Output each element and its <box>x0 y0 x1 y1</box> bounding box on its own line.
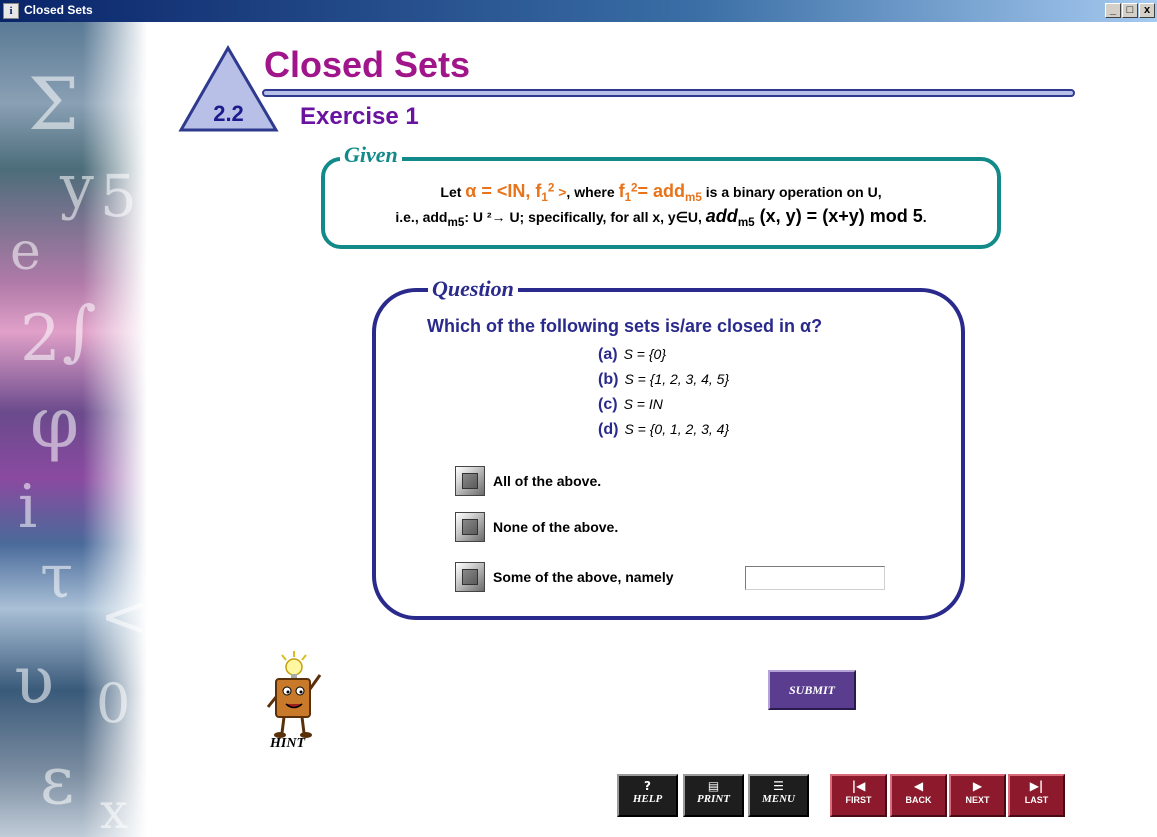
choice-checkbox[interactable] <box>455 512 485 542</box>
set-option: (a) S = {0} <box>598 346 666 363</box>
choice-none[interactable]: None of the above. <box>455 511 618 543</box>
back-button[interactable]: ◀ BACK <box>890 774 947 817</box>
menu-button[interactable]: ☰ MENU <box>748 774 809 817</box>
question-text: Which of the following sets is/are close… <box>427 316 823 336</box>
next-button[interactable]: ▶ NEXT <box>949 774 1006 817</box>
given-line-1: Let α = <IN, f12 >, where f12= addm5 is … <box>440 181 882 204</box>
set-option: (b) S = {1, 2, 3, 4, 5} <box>598 371 730 388</box>
exercise-subtitle: Exercise 1 <box>300 103 419 130</box>
choice-all[interactable]: All of the above. <box>455 465 601 497</box>
close-button[interactable]: x <box>1139 3 1155 18</box>
section-number: 2.2 <box>213 101 244 126</box>
set-options-list: (a) S = {0} (b) S = {1, 2, 3, 4, 5} (c) S =… <box>598 346 729 446</box>
back-arrow-icon: ◀ <box>913 779 924 793</box>
choice-some[interactable]: Some of the above, namely <box>455 561 674 593</box>
set-option: (c) S = IN <box>598 396 663 413</box>
choice-checkbox[interactable] <box>455 562 485 592</box>
choice-label: Some of the above, namely <box>493 569 674 585</box>
page-title: Closed Sets <box>264 44 471 85</box>
menu-icon: ☰ <box>773 779 784 793</box>
given-line-2: i.e., addm5: U ²→ U; specifically, for a… <box>395 206 927 229</box>
maximize-button[interactable]: □ <box>1122 3 1138 18</box>
choice-label: None of the above. <box>493 519 619 535</box>
set-option: (d) S = {0, 1, 2, 3, 4} <box>598 421 730 438</box>
first-page-icon: |◀ <box>851 779 866 793</box>
minimize-button[interactable]: _ <box>1105 3 1121 18</box>
choice-label: All of the above. <box>493 473 602 489</box>
choice-checkbox[interactable] <box>455 466 485 496</box>
print-button[interactable]: ▤ PRINT <box>683 774 744 817</box>
help-icon: ? <box>644 779 651 793</box>
first-button[interactable]: |◀ FIRST <box>830 774 887 817</box>
next-arrow-icon: ▶ <box>972 779 983 793</box>
last-button[interactable]: ▶| LAST <box>1008 774 1065 817</box>
header-underline <box>262 89 1075 97</box>
namely-input[interactable] <box>745 566 885 590</box>
submit-button[interactable]: SUBMIT <box>768 670 856 710</box>
last-page-icon: ▶| <box>1029 779 1044 793</box>
app-icon: i <box>3 3 19 19</box>
window-title: Closed Sets <box>24 3 93 17</box>
window-titlebar[interactable]: i Closed Sets _ □ x <box>0 0 1157 22</box>
given-label: Given <box>340 142 402 168</box>
decorative-math-strip: Σ y 5 e 2 ∫ φ i τ < υ 0 ε x <box>0 22 150 837</box>
help-button[interactable]: ? HELP <box>617 774 678 817</box>
printer-icon: ▤ <box>707 779 720 793</box>
question-label: Question <box>428 276 518 302</box>
hint-label[interactable]: HINT <box>270 736 305 752</box>
